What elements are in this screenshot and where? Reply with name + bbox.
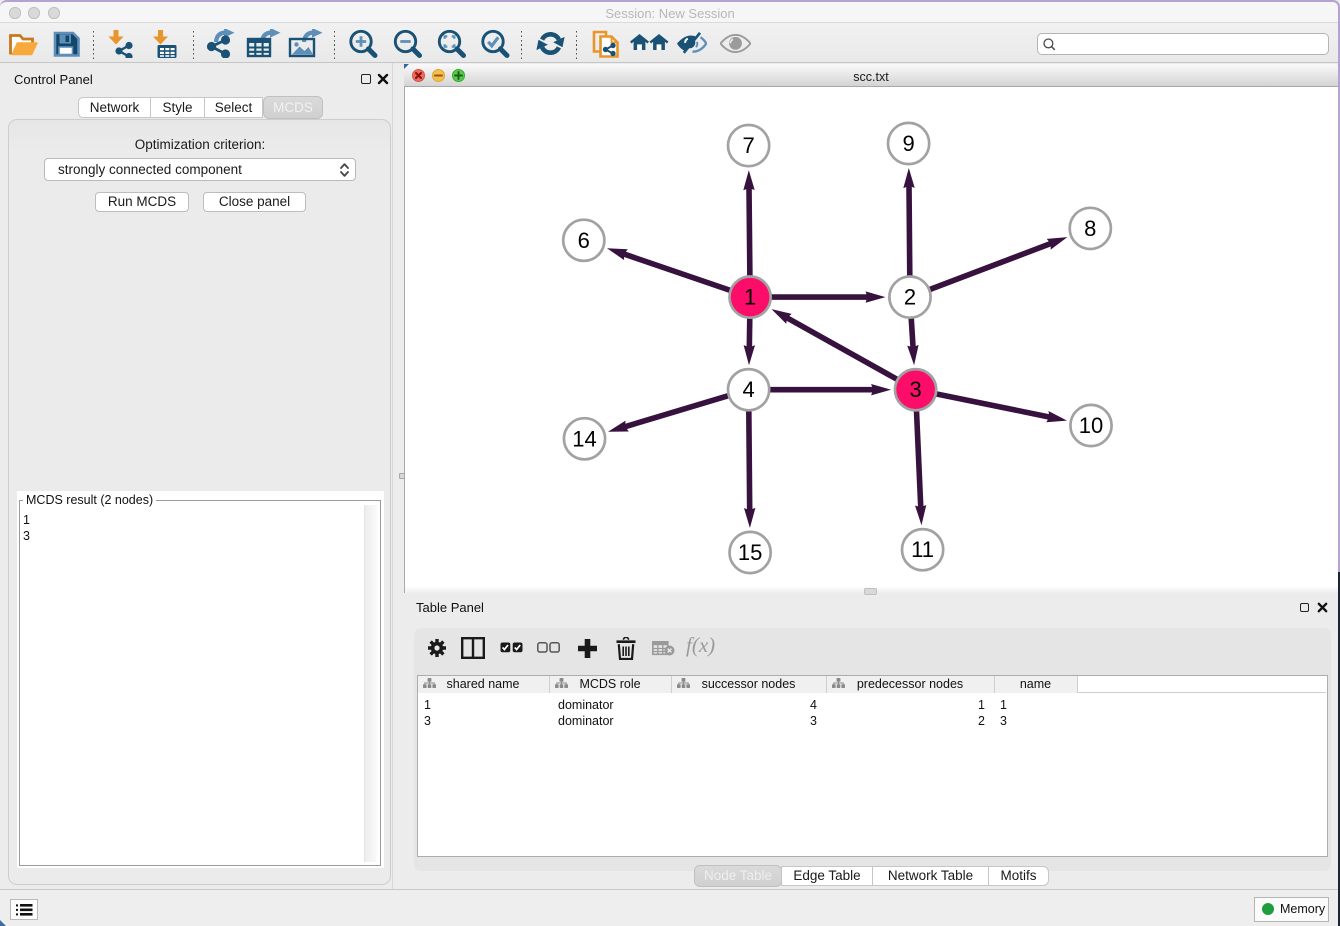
- svg-text:6: 6: [578, 228, 590, 253]
- svg-text:11: 11: [911, 537, 934, 562]
- svg-text:2: 2: [904, 285, 916, 310]
- svg-text:1: 1: [744, 285, 756, 310]
- svg-text:8: 8: [1084, 216, 1096, 241]
- svg-text:7: 7: [742, 133, 754, 158]
- svg-text:15: 15: [738, 540, 762, 565]
- svg-text:14: 14: [572, 426, 596, 451]
- svg-text:9: 9: [902, 131, 914, 156]
- svg-text:3: 3: [909, 377, 921, 402]
- svg-text:10: 10: [1079, 413, 1103, 438]
- svg-text:4: 4: [742, 377, 754, 402]
